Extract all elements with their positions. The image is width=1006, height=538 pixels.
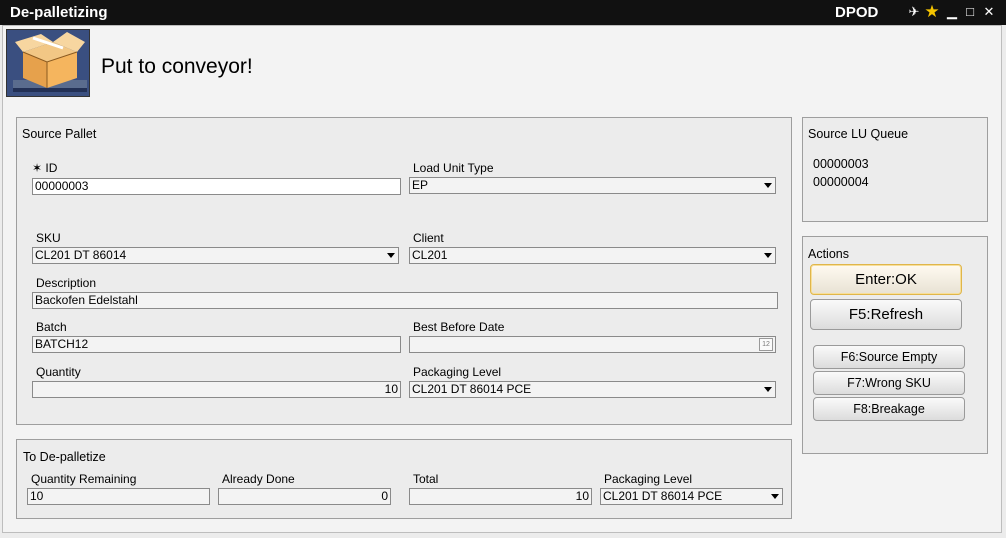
refresh-button[interactable]: F5:Refresh [810, 299, 962, 330]
client-select[interactable]: CL201 [409, 247, 776, 264]
panel-title: Actions [808, 247, 849, 261]
quantity-remaining-field[interactable]: 10 [27, 488, 210, 505]
load-unit-type-select[interactable]: EP [409, 177, 776, 194]
total-field[interactable]: 10 [409, 488, 592, 505]
queue-item[interactable]: 00000004 [813, 175, 869, 189]
pin-icon[interactable]: ✈ [906, 3, 922, 21]
sku-label: SKU [36, 231, 61, 245]
source-lu-queue-panel: Source LU Queue 00000003 00000004 [802, 117, 988, 222]
packaging-level-value: CL201 DT 86014 PCE [603, 489, 723, 503]
source-pallet-panel: Source Pallet ✶ ID 00000003 Load Unit Ty… [16, 117, 792, 425]
app-code: DPOD [835, 4, 879, 21]
chevron-down-icon [764, 387, 772, 392]
sku-select[interactable]: CL201 DT 86014 [32, 247, 399, 264]
chevron-down-icon [771, 494, 779, 499]
load-unit-type-label: Load Unit Type [413, 161, 494, 175]
wrong-sku-button[interactable]: F7:Wrong SKU [813, 371, 965, 395]
title-bar: De-palletizing DPOD ✈ ★ ▁ □ ✕ [0, 0, 1006, 25]
actions-panel: Actions Enter:OK F5:Refresh F6:Source Em… [802, 236, 988, 454]
best-before-date-field[interactable]: 12 [409, 336, 776, 353]
client-label: Client [413, 231, 444, 245]
quantity-remaining-label: Quantity Remaining [31, 472, 137, 486]
packaging-level-label: Packaging Level [413, 365, 502, 379]
minimize-icon[interactable]: ▁ [944, 3, 960, 21]
already-done-field[interactable]: 0 [218, 488, 391, 505]
queue-item[interactable]: 00000003 [813, 157, 869, 171]
load-unit-type-value: EP [412, 178, 429, 192]
instruction-text: Put to conveyor! [101, 55, 253, 78]
packaging-level-select[interactable]: CL201 DT 86014 PCE [600, 488, 783, 505]
description-field[interactable]: Backofen Edelstahl [32, 292, 778, 309]
breakage-button[interactable]: F8:Breakage [813, 397, 965, 421]
quantity-field[interactable]: 10 [32, 381, 401, 398]
chevron-down-icon [764, 183, 772, 188]
batch-label: Batch [36, 320, 67, 334]
close-icon[interactable]: ✕ [981, 3, 997, 21]
packaging-level-label: Packaging Level [604, 472, 693, 486]
client-value: CL201 [412, 248, 448, 262]
panel-title: Source LU Queue [808, 127, 909, 141]
panel-title: Source Pallet [22, 127, 97, 141]
window-title: De-palletizing [10, 4, 108, 21]
ok-button[interactable]: Enter:OK [810, 264, 962, 295]
description-label: Description [36, 276, 97, 290]
id-label: ✶ ID [32, 161, 58, 175]
source-empty-button[interactable]: F6:Source Empty [813, 345, 965, 369]
already-done-label: Already Done [222, 472, 295, 486]
batch-field[interactable]: BATCH12 [32, 336, 401, 353]
maximize-icon[interactable]: □ [962, 3, 978, 21]
packaging-level-select[interactable]: CL201 DT 86014 PCE [409, 381, 776, 398]
panel-title: To De-palletize [23, 450, 106, 464]
to-depalletize-panel: To De-palletize Quantity Remaining 10 Al… [16, 439, 792, 519]
chevron-down-icon [764, 253, 772, 258]
sku-value: CL201 DT 86014 [35, 248, 127, 262]
total-label: Total [413, 472, 439, 486]
id-field[interactable]: 00000003 [32, 178, 401, 195]
chevron-down-icon [387, 253, 395, 258]
calendar-icon[interactable]: 12 [759, 338, 773, 351]
best-before-date-label: Best Before Date [413, 320, 505, 334]
star-icon[interactable]: ★ [924, 3, 940, 21]
depalletizing-icon [6, 29, 90, 97]
packaging-level-value: CL201 DT 86014 PCE [412, 382, 532, 396]
quantity-label: Quantity [36, 365, 81, 379]
